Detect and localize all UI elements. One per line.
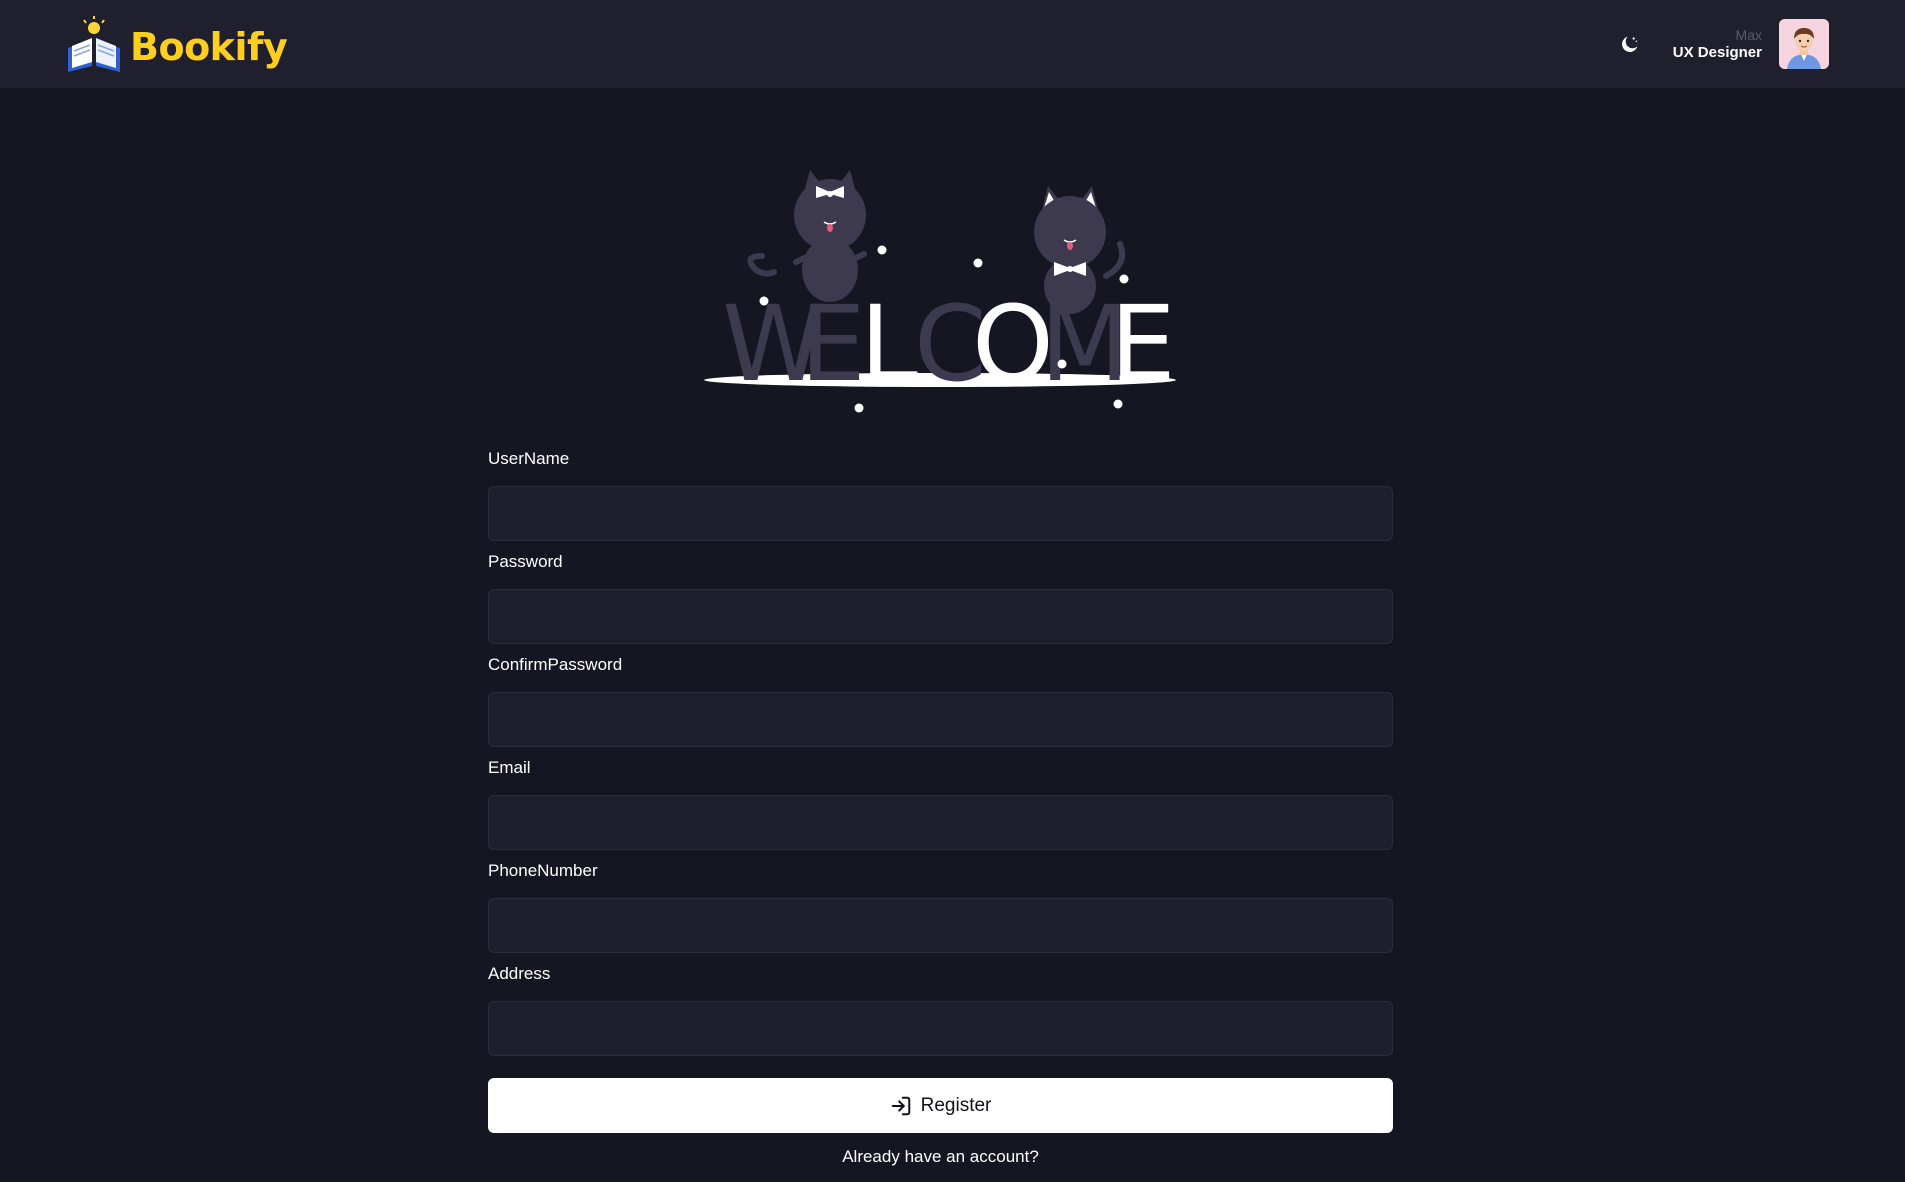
brand-name: Bookify bbox=[130, 25, 288, 69]
email-input[interactable] bbox=[488, 795, 1393, 850]
theme-toggle-button[interactable] bbox=[1615, 29, 1645, 59]
confirm-password-input[interactable] bbox=[488, 692, 1393, 747]
username-label: UserName bbox=[488, 449, 570, 468]
user-name: Max bbox=[1735, 27, 1762, 43]
phone-number-group: PhoneNumber bbox=[488, 861, 1393, 964]
top-navbar: Bookify Max UX Designer bbox=[0, 0, 1905, 88]
password-input[interactable] bbox=[488, 589, 1393, 644]
welcome-letter-l: L bbox=[860, 283, 918, 405]
login-link[interactable]: Already have an account? bbox=[488, 1147, 1393, 1167]
avatar[interactable] bbox=[1779, 19, 1829, 69]
phone-number-label: PhoneNumber bbox=[488, 861, 598, 880]
username-group: UserName bbox=[488, 449, 1393, 552]
address-group: Address bbox=[488, 964, 1393, 1067]
password-group: Password bbox=[488, 552, 1393, 655]
confirm-password-label: ConfirmPassword bbox=[488, 655, 623, 674]
welcome-letter-e: E bbox=[800, 283, 866, 405]
welcome-letter-e2: E bbox=[1110, 283, 1176, 405]
user-area: Max UX Designer bbox=[1615, 19, 1829, 69]
email-label: Email bbox=[488, 758, 531, 777]
phone-number-input[interactable] bbox=[488, 898, 1393, 953]
user-role: UX Designer bbox=[1672, 44, 1762, 61]
avatar-icon bbox=[1779, 19, 1829, 69]
user-info: Max UX Designer bbox=[1673, 26, 1762, 62]
login-arrow-icon bbox=[891, 1096, 910, 1115]
register-form: UserName Password ConfirmPassword Email … bbox=[488, 449, 1393, 1166]
moon-icon bbox=[1621, 36, 1638, 52]
register-button[interactable]: Register bbox=[488, 1078, 1393, 1133]
address-label: Address bbox=[488, 964, 551, 983]
welcome-illustration: W E L C O M E bbox=[704, 170, 1176, 413]
brand-link[interactable]: Bookify bbox=[64, 14, 288, 74]
confirm-password-group: ConfirmPassword bbox=[488, 655, 1393, 758]
username-input[interactable] bbox=[488, 486, 1393, 541]
address-input[interactable] bbox=[488, 1001, 1393, 1056]
open-book-lightbulb-icon bbox=[68, 16, 120, 72]
email-group: Email bbox=[488, 758, 1393, 861]
register-button-label: Register bbox=[920, 1094, 992, 1116]
password-label: Password bbox=[488, 552, 563, 571]
